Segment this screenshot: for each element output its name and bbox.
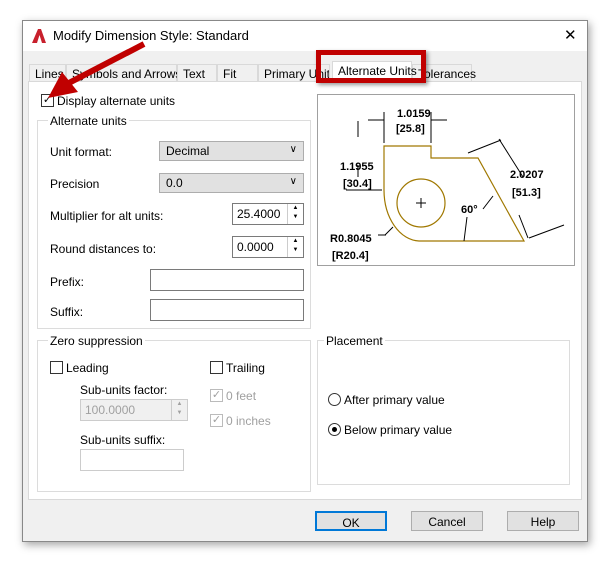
zero-suppression-group: Zero suppression Leading Trailing Sub-un…: [37, 334, 311, 492]
red-arrow-annotation: [48, 41, 146, 98]
center-mark: [416, 198, 426, 208]
preview-pane: 1.0159 [25.8] 1.1955 [30.4] 2.0207 [51.3…: [317, 94, 575, 266]
prefix-input[interactable]: [150, 269, 304, 291]
feet-label: 0 feet: [226, 389, 257, 403]
placement-group: Placement After primary value Below prim…: [317, 334, 570, 485]
chevron-down-icon: ∨: [289, 144, 297, 155]
multiplier-label: Multiplier for alt units:: [50, 209, 164, 223]
subunits-factor-value: 100.0000: [85, 403, 136, 417]
tab-text[interactable]: Text: [177, 64, 217, 81]
dimension-preview: 1.0159 [25.8] 1.1955 [30.4] 2.0207 [51.3…: [330, 108, 565, 262]
multiplier-input[interactable]: 25.4000 ▲ ▼: [232, 203, 304, 225]
precision-select[interactable]: 0.0 ∨: [159, 173, 304, 193]
below-primary-radio[interactable]: [328, 423, 341, 436]
dim-text: [R20.4]: [332, 250, 369, 262]
precision-value: 0.0: [166, 176, 183, 190]
multiplier-value: 25.4000: [237, 207, 281, 221]
subunits-suffix-label: Sub-units suffix:: [80, 433, 166, 447]
highlight-box: [316, 50, 426, 83]
dim-text: 1.1955: [340, 161, 374, 173]
dim-text: [25.8]: [396, 123, 425, 135]
multiplier-spinner[interactable]: ▲ ▼: [287, 204, 303, 224]
unit-format-label: Unit format:: [50, 145, 113, 159]
below-primary-label: Below primary value: [344, 423, 453, 437]
dim-text: R0.8045: [330, 233, 372, 245]
suffix-input[interactable]: [150, 299, 304, 321]
inches-label: 0 inches: [226, 414, 271, 428]
round-value: 0.0000: [237, 240, 274, 254]
chevron-down-icon: ∨: [289, 176, 297, 187]
precision-label: Precision: [50, 177, 100, 191]
leading-checkbox[interactable]: [50, 361, 63, 374]
trailing-checkbox[interactable]: [210, 361, 223, 374]
dim-text: 60°: [461, 204, 478, 216]
ok-button[interactable]: OK: [315, 511, 387, 531]
subunits-factor-spinner[interactable]: ▲ ▼: [171, 400, 187, 420]
round-label: Round distances to:: [50, 242, 157, 256]
group-title: Alternate units: [48, 114, 129, 128]
round-input[interactable]: 0.0000 ▲ ▼: [232, 236, 304, 258]
after-primary-radio[interactable]: [328, 393, 341, 406]
alternate-units-group: Alternate units Unit format: Decimal ∨ Pr…: [37, 114, 311, 329]
group-title: Placement: [324, 334, 385, 348]
close-button[interactable]: ✕: [564, 26, 577, 44]
dim-text: 1.0159: [397, 108, 431, 120]
subunits-factor-input[interactable]: 100.0000 ▲ ▼: [80, 399, 188, 421]
tab-panel: ✓ Display alternate units Alternate unit…: [28, 81, 582, 500]
group-title: Zero suppression: [48, 334, 145, 348]
inches-checkbox[interactable]: ✓: [210, 414, 223, 427]
unit-format-select[interactable]: Decimal ∨: [159, 141, 304, 161]
dim-text: 2.0207: [510, 169, 544, 181]
round-spinner[interactable]: ▲ ▼: [287, 237, 303, 257]
leading-label: Leading: [66, 361, 109, 375]
unit-format-value: Decimal: [166, 144, 210, 158]
trailing-label: Trailing: [226, 361, 265, 375]
dim-text: [51.3]: [512, 187, 541, 199]
suffix-label: Suffix:: [50, 305, 84, 319]
help-button[interactable]: Help: [507, 511, 579, 531]
prefix-label: Prefix:: [50, 275, 85, 289]
cancel-button[interactable]: Cancel: [411, 511, 483, 531]
dim-text: [30.4]: [343, 178, 372, 190]
after-primary-label: After primary value: [344, 393, 445, 407]
tab-fit[interactable]: Fit: [217, 64, 258, 81]
feet-checkbox[interactable]: ✓: [210, 389, 223, 402]
subunits-suffix-input[interactable]: [80, 449, 184, 471]
subunits-factor-label: Sub-units factor:: [80, 383, 168, 397]
part-outline: [383, 145, 526, 242]
